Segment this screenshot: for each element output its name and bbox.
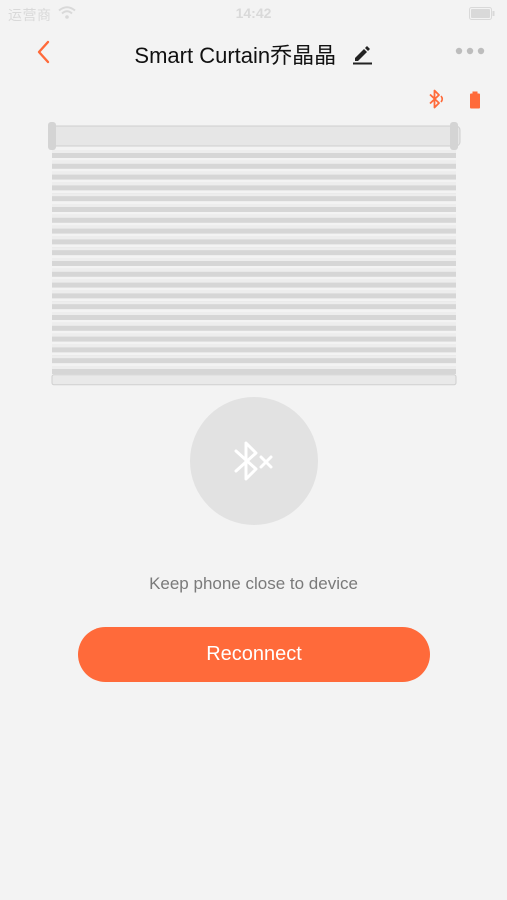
curtain-rail-cap-left: [48, 122, 56, 150]
hint-text: Keep phone close to device: [149, 574, 358, 593]
battery-icon: [469, 91, 481, 114]
more-dots-icon: [455, 47, 485, 55]
page-title: Smart Curtain乔晶晶: [134, 43, 337, 68]
curtain-slat-highlight: [52, 290, 456, 294]
bluetooth-disconnected-icon: [234, 441, 273, 481]
status-bar: 运营商 14:42: [0, 0, 507, 28]
curtain-slat-highlight: [52, 333, 456, 337]
curtain-bottom-bar: [51, 374, 457, 386]
curtain-slat-highlight: [52, 247, 456, 251]
curtain-slat-highlight: [52, 322, 456, 326]
curtain-rail: [49, 125, 461, 147]
header: Smart Curtain乔晶晶: [0, 28, 507, 76]
bluetooth-icon: [425, 88, 447, 115]
status-battery-icon: [469, 7, 495, 25]
more-button[interactable]: [455, 44, 485, 58]
curtain-slat-highlight: [52, 182, 456, 186]
curtain-slat-highlight: [52, 236, 456, 240]
curtain-slat-highlight: [52, 214, 456, 218]
reconnect-button[interactable]: Reconnect: [78, 627, 430, 682]
curtain-slat-highlight: [52, 171, 456, 175]
curtain-illustration: [44, 118, 466, 399]
pencil-icon[interactable]: [351, 43, 373, 65]
curtain-slat-highlight: [52, 258, 456, 261]
curtain-slat-highlight: [52, 193, 456, 197]
curtain-slat-highlight: [52, 312, 456, 315]
curtain-slat-highlight: [52, 160, 456, 164]
curtain-slat-highlight: [52, 268, 456, 272]
status-time: 14:42: [235, 5, 272, 21]
curtain-rail-cap-right: [450, 122, 458, 150]
curtain-slat-highlight: [52, 225, 456, 229]
curtain-slat-highlight: [52, 150, 456, 153]
curtain-slat-highlight: [52, 279, 456, 283]
curtain-slat-highlight: [52, 366, 456, 369]
curtain-slat-highlight: [52, 204, 456, 207]
curtain-slat-highlight: [52, 301, 456, 305]
curtain-slat-highlight: [52, 355, 456, 359]
curtain-slat-highlight: [52, 344, 456, 348]
connection-status-circle: [190, 397, 318, 525]
